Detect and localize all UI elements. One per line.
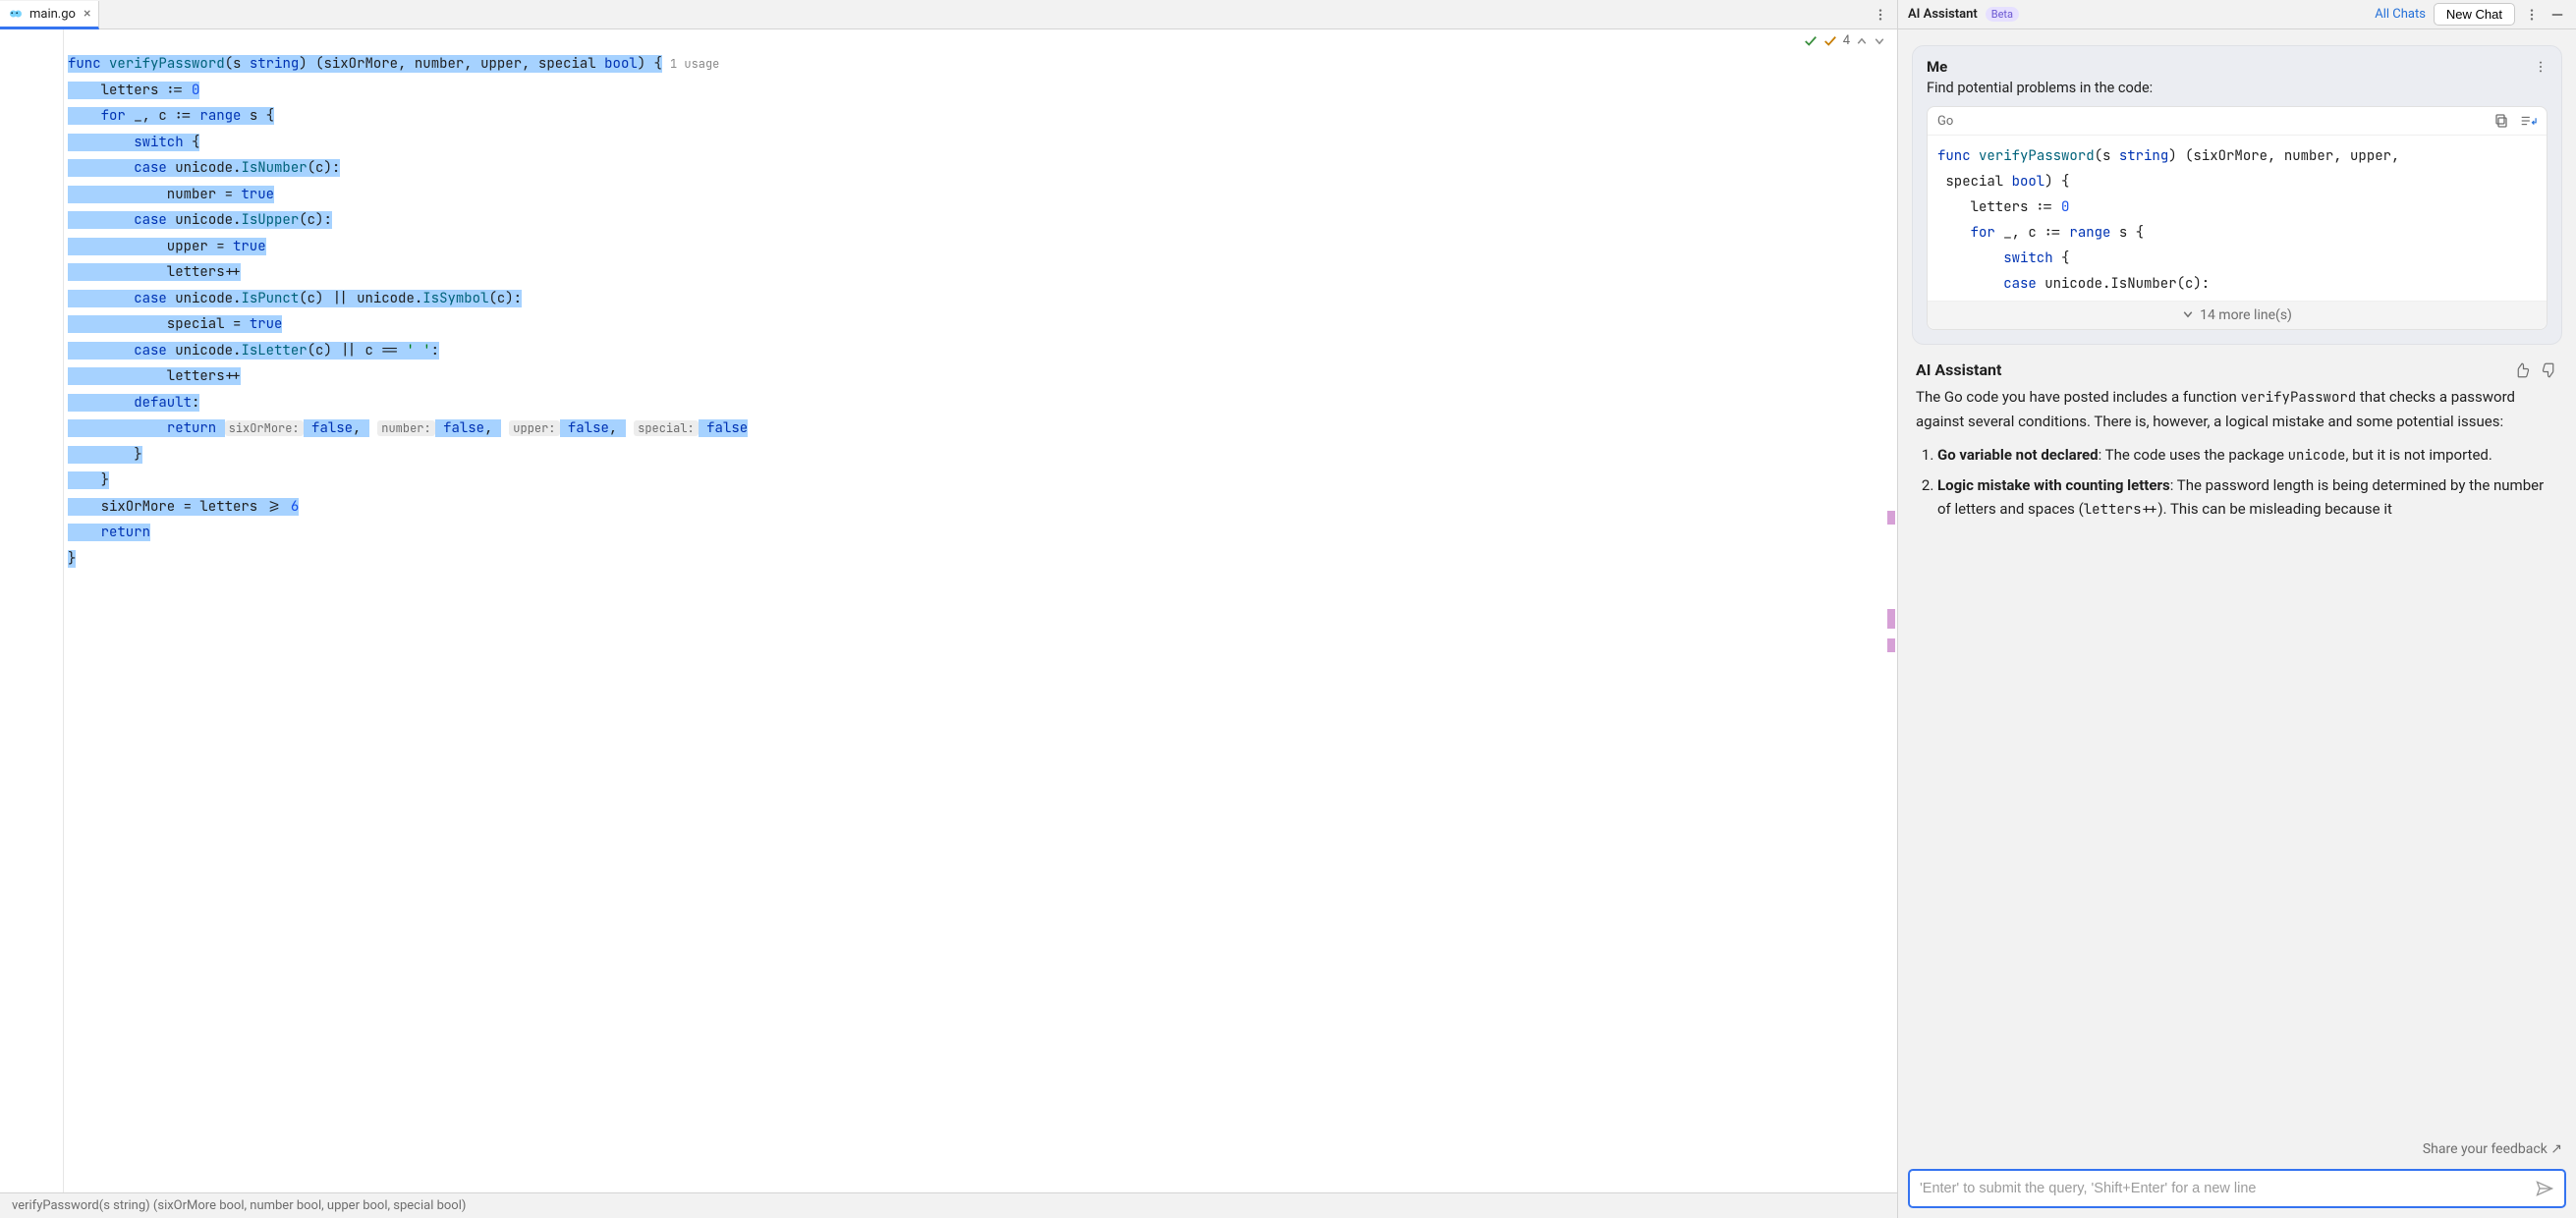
user-name: Me xyxy=(1927,58,1947,76)
editor-tab-menu-icon[interactable] xyxy=(1864,0,1897,28)
user-message-card: Me Find potential problems in the code: … xyxy=(1912,45,2562,345)
code-snippet-card: Go func verifyPassword(s string) (sixOrM… xyxy=(1927,106,2548,330)
ai-body: Me Find potential problems in the code: … xyxy=(1898,29,2576,1141)
insert-snippet-icon[interactable] xyxy=(2519,113,2537,129)
minimize-icon[interactable] xyxy=(2548,8,2566,22)
assistant-message: AI Assistant The Go code you have posted… xyxy=(1912,360,2562,527)
assistant-name: AI Assistant xyxy=(1916,360,2001,379)
editor-tab-label: main.go xyxy=(29,7,76,22)
usages-hint[interactable]: 1 usage xyxy=(670,56,719,72)
copy-icon[interactable] xyxy=(2493,113,2509,129)
ai-title: AI Assistant xyxy=(1908,7,1978,22)
send-icon[interactable] xyxy=(2535,1179,2554,1198)
go-file-icon xyxy=(8,6,24,22)
code-area[interactable]: 4 func verifyPassword(s string) (sixOrMo… xyxy=(64,29,1897,1192)
editor-pane: main.go × 4 xyxy=(0,0,1898,1218)
inlay-hint[interactable]: number: xyxy=(377,420,434,436)
issue-item: Go variable not declared: The code uses … xyxy=(1937,443,2558,468)
marker-stripe[interactable] xyxy=(1887,609,1895,629)
chevron-up-icon[interactable] xyxy=(1856,35,1868,47)
all-chats-link[interactable]: All Chats xyxy=(2375,7,2426,22)
snippet-lang: Go xyxy=(1937,114,1953,129)
chevron-down-icon xyxy=(2182,308,2194,320)
marker-stripe[interactable] xyxy=(1887,511,1895,525)
user-message-text: Find potential problems in the code: xyxy=(1927,80,2548,96)
editor-gutter[interactable] xyxy=(0,29,64,1192)
new-chat-button[interactable]: New Chat xyxy=(2434,3,2515,26)
thumbs-down-icon[interactable] xyxy=(2541,361,2558,379)
editor-tab-bar: main.go × xyxy=(0,0,1897,29)
marker-stripe[interactable] xyxy=(1887,638,1895,652)
check-icon xyxy=(1804,34,1818,48)
inspections-widget[interactable]: 4 xyxy=(1804,33,1885,48)
ai-header: AI Assistant Beta All Chats New Chat xyxy=(1898,0,2576,29)
snippet-code[interactable]: func verifyPassword(s string) (sixOrMore… xyxy=(1928,136,2547,301)
inlay-hint[interactable]: special: xyxy=(634,420,699,436)
expand-snippet-button[interactable]: 14 more line(s) xyxy=(1928,301,2547,329)
breadcrumb-bar[interactable]: verifyPassword(s string) (sixOrMore bool… xyxy=(0,1192,1897,1218)
ai-prompt-input[interactable] xyxy=(1920,1181,2535,1196)
inlay-hint[interactable]: sixOrMore: xyxy=(225,420,304,436)
breadcrumb-text: verifyPassword(s string) (sixOrMore bool… xyxy=(12,1198,466,1213)
ai-menu-icon[interactable] xyxy=(2523,8,2541,22)
chevron-down-icon[interactable] xyxy=(1874,35,1885,47)
ai-input-row xyxy=(1898,1161,2576,1218)
close-tab-icon[interactable]: × xyxy=(84,7,90,21)
ai-assistant-pane: AI Assistant Beta All Chats New Chat Me xyxy=(1898,0,2576,1218)
warning-icon xyxy=(1823,34,1837,48)
editor-tab-main-go[interactable]: main.go × xyxy=(0,1,99,29)
assistant-text: The Go code you have posted includes a f… xyxy=(1916,385,2558,522)
share-feedback-link[interactable]: Share your feedback ↗ xyxy=(1898,1141,2576,1161)
source-code[interactable]: func verifyPassword(s string) (sixOrMore… xyxy=(64,29,1897,581)
beta-badge: Beta xyxy=(1986,7,2019,22)
issue-item: Logic mistake with counting letters: The… xyxy=(1937,473,2558,522)
editor-body: 4 func verifyPassword(s string) (sixOrMo… xyxy=(0,29,1897,1192)
user-message-menu-icon[interactable] xyxy=(2534,60,2548,74)
inlay-hint[interactable]: upper: xyxy=(509,420,559,436)
thumbs-up-icon[interactable] xyxy=(2513,361,2531,379)
inspections-count: 4 xyxy=(1843,33,1850,48)
